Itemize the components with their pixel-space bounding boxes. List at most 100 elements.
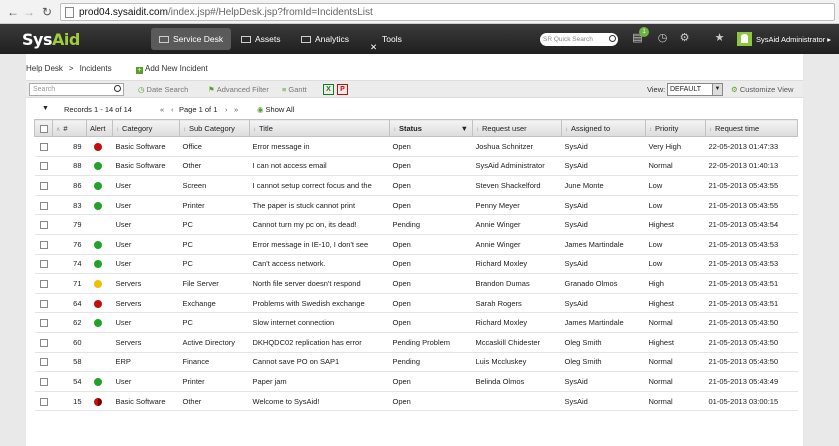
cell-sub-category[interactable]: Printer: [179, 371, 250, 392]
table-row[interactable]: 54 User Printer Paper jam Open Belinda Olmos S…: [34, 371, 798, 392]
cell-sub-category[interactable]: Exchange: [179, 293, 250, 314]
cell-category[interactable]: User: [112, 371, 180, 392]
cell-status[interactable]: Open: [389, 293, 473, 314]
row-checkbox[interactable]: [34, 352, 53, 373]
cell-title[interactable]: Error message in IE-10, I don't see: [249, 234, 390, 255]
cell-sub-category[interactable]: Other: [179, 391, 250, 412]
cell-request-user[interactable]: Richard Moxley: [472, 254, 562, 275]
table-row[interactable]: 88 Basic Software Other I can not access em…: [34, 156, 798, 177]
cell-request-time[interactable]: 21-05-2013 05:43:53: [705, 254, 798, 275]
cell-title[interactable]: Welcome to SysAid!: [249, 391, 390, 412]
reload-icon[interactable]: ↻: [40, 5, 54, 19]
cell-category[interactable]: User: [112, 214, 180, 235]
cell-assigned-to[interactable]: SysAid: [561, 254, 646, 275]
cell-assigned-to[interactable]: Oleg Smith: [561, 332, 646, 353]
cell-category[interactable]: ERP: [112, 352, 180, 373]
cell-sub-category[interactable]: Other: [179, 156, 250, 177]
cell-assigned-to[interactable]: Oleg Smith: [561, 352, 646, 373]
cell-title[interactable]: Problems with Swedish exchange: [249, 293, 390, 314]
next-page-button[interactable]: ›: [225, 105, 228, 114]
cell-id[interactable]: 76: [52, 234, 87, 255]
cell-status[interactable]: Open: [389, 234, 473, 255]
forward-arrow-icon[interactable]: →: [22, 5, 36, 19]
cell-priority[interactable]: Low: [645, 175, 706, 196]
cell-category[interactable]: User: [112, 195, 180, 216]
cell-status[interactable]: Pending: [389, 214, 473, 235]
cell-request-user[interactable]: Annie Winger: [472, 234, 562, 255]
cell-request-user[interactable]: Richard Moxley: [472, 312, 562, 333]
cell-request-user[interactable]: [472, 391, 562, 412]
cell-category[interactable]: User: [112, 312, 180, 333]
cell-priority[interactable]: Normal: [645, 371, 706, 392]
show-all-button[interactable]: ◉ Show All: [257, 105, 294, 114]
cell-title[interactable]: Cannot save PO on SAP1: [249, 352, 390, 373]
cell-sub-category[interactable]: PC: [179, 312, 250, 333]
cell-category[interactable]: User: [112, 175, 180, 196]
cell-priority[interactable]: Low: [645, 254, 706, 275]
cell-request-time[interactable]: 21-05-2013 05:43:53: [705, 234, 798, 255]
pdf-export-icon[interactable]: P: [337, 84, 348, 95]
cell-request-time[interactable]: 21-05-2013 05:43:51: [705, 273, 798, 294]
cell-sub-category[interactable]: Active Directory: [179, 332, 250, 353]
cell-category[interactable]: Servers: [112, 273, 180, 294]
cell-status[interactable]: Open: [389, 391, 473, 412]
cell-id[interactable]: 89: [52, 136, 87, 157]
col-header-assigned-to[interactable]: ↕ Assigned to: [561, 119, 646, 137]
cell-id[interactable]: 58: [52, 352, 87, 373]
col-header-category[interactable]: ↕ Category: [112, 119, 180, 137]
col-header-num[interactable]: ∧ #: [52, 119, 87, 137]
cell-request-user[interactable]: Annie Winger: [472, 214, 562, 235]
cell-id[interactable]: 64: [52, 293, 87, 314]
col-header-priority[interactable]: ↕ Priority: [645, 119, 706, 137]
avatar[interactable]: [737, 32, 752, 46]
cell-priority[interactable]: Low: [645, 195, 706, 216]
sysaid-logo[interactable]: SysAid: [22, 30, 80, 49]
gear-icon[interactable]: ⚙: [679, 33, 690, 44]
search-icon[interactable]: [114, 85, 121, 92]
cell-status[interactable]: Pending Problem: [389, 332, 473, 353]
cell-title[interactable]: The paper is stuck cannot print: [249, 195, 390, 216]
nav-assets[interactable]: Assets: [241, 28, 281, 50]
table-row[interactable]: 71 Servers File Server North file server do…: [34, 273, 798, 294]
cell-category[interactable]: User: [112, 254, 180, 275]
cell-request-user[interactable]: Joshua Schnitzer: [472, 136, 562, 157]
col-header-alert[interactable]: Alert: [86, 119, 113, 137]
cell-title[interactable]: Slow internet connection: [249, 312, 390, 333]
table-row[interactable]: 60 Servers Active Directory DKHQDC02 replic…: [34, 332, 798, 353]
table-row[interactable]: 76 User PC Error message in IE-10, I don't …: [34, 234, 798, 255]
advanced-filter-button[interactable]: ⚑ Advanced Filter: [208, 85, 269, 94]
cell-request-user[interactable]: Belinda Olmos: [472, 371, 562, 392]
cell-sub-category[interactable]: PC: [179, 254, 250, 275]
cell-id[interactable]: 54: [52, 371, 87, 392]
row-checkbox[interactable]: [34, 136, 53, 157]
cell-request-time[interactable]: 21-05-2013 05:43:49: [705, 371, 798, 392]
cell-priority[interactable]: Normal: [645, 391, 706, 412]
cell-sub-category[interactable]: File Server: [179, 273, 250, 294]
cell-priority[interactable]: Very High: [645, 136, 706, 157]
breadcrumb-helpdesk[interactable]: Help Desk: [26, 64, 63, 73]
cell-id[interactable]: 83: [52, 195, 87, 216]
row-checkbox[interactable]: [34, 332, 53, 353]
table-row[interactable]: 79 User PC Cannot turn my pc on, its dead! P…: [34, 214, 798, 235]
row-checkbox[interactable]: [34, 195, 53, 216]
row-checkbox[interactable]: [34, 234, 53, 255]
cell-id[interactable]: 79: [52, 214, 87, 235]
gantt-button[interactable]: ≡ Gantt: [282, 85, 307, 94]
row-checkbox[interactable]: [34, 175, 53, 196]
table-row[interactable]: 15 Basic Software Other Welcome to SysAid! O…: [34, 391, 798, 412]
cell-sub-category[interactable]: Screen: [179, 175, 250, 196]
cell-id[interactable]: 62: [52, 312, 87, 333]
cell-id[interactable]: 88: [52, 156, 87, 177]
col-header-title[interactable]: ↕ Title: [249, 119, 390, 137]
cell-id[interactable]: 60: [52, 332, 87, 353]
first-page-button[interactable]: «: [160, 105, 164, 114]
cell-request-user[interactable]: SysAid Administrator: [472, 156, 562, 177]
nav-analytics[interactable]: Analytics: [301, 28, 349, 50]
col-header-status[interactable]: ↕ Status ▼: [389, 119, 473, 137]
view-select[interactable]: DEFAULT ▼: [667, 83, 723, 96]
cell-request-time[interactable]: 21-05-2013 05:43:50: [705, 332, 798, 353]
user-menu[interactable]: SysAid Administrator ▸: [756, 35, 831, 44]
cell-status[interactable]: Open: [389, 136, 473, 157]
cell-sub-category[interactable]: PC: [179, 214, 250, 235]
last-page-button[interactable]: »: [234, 105, 238, 114]
